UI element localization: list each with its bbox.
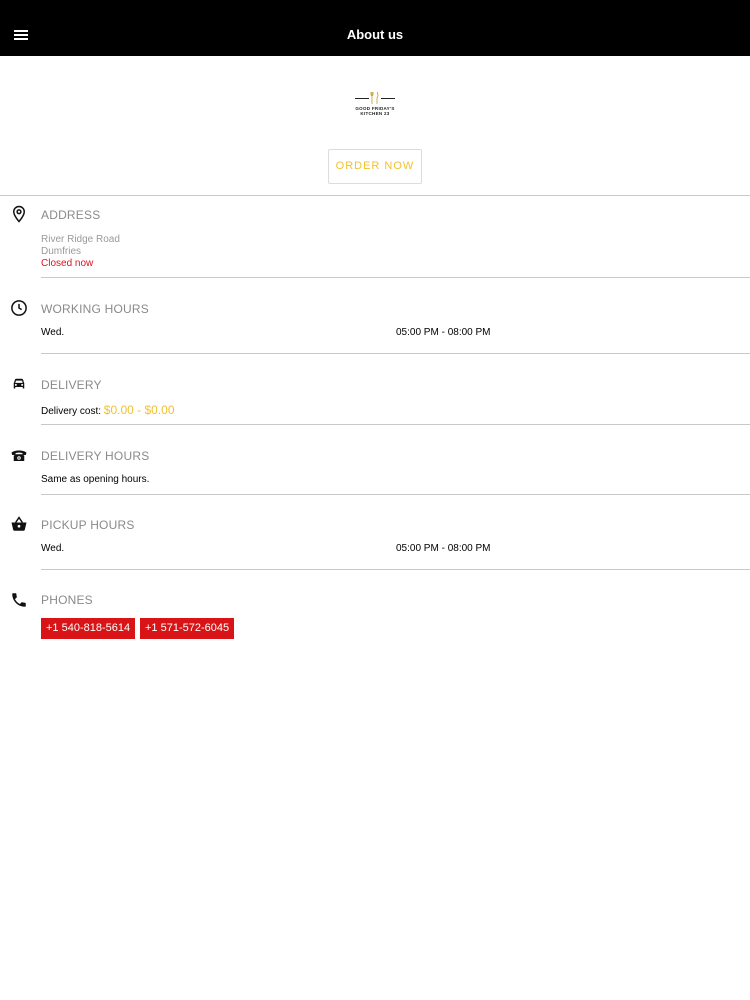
pickup-hours-title: PICKUP HOURS — [41, 518, 135, 532]
working-hours-title: WORKING HOURS — [41, 302, 149, 316]
divider — [41, 353, 750, 354]
telephone-icon — [11, 450, 27, 461]
delivery-cost-value: $0.00 - $0.00 — [103, 403, 175, 417]
delivery-cost: Delivery cost: $0.00 - $0.00 — [41, 403, 175, 417]
phone-number-button[interactable]: +1 571-572-6045 — [140, 618, 235, 639]
order-now-button[interactable]: ORDER NOW — [328, 149, 422, 184]
pickup-day: Wed. — [41, 543, 65, 554]
working-day: Wed. — [41, 327, 65, 338]
delivery-title: DELIVERY — [41, 378, 102, 392]
basket-icon — [11, 516, 27, 531]
phone-icon — [12, 593, 26, 607]
car-icon — [13, 378, 25, 389]
location-pin-icon — [12, 205, 26, 223]
open-status: Closed now — [41, 258, 94, 269]
delivery-cost-label: Delivery cost: — [41, 406, 102, 417]
delivery-hours-title: DELIVERY HOURS — [41, 449, 150, 463]
fork-knife-icon — [370, 92, 379, 104]
restaurant-logo: GOOD FRIDAY'S KITCHEN 23 — [350, 92, 400, 120]
address-title: ADDRESS — [41, 208, 101, 222]
delivery-hours-text: Same as opening hours. — [41, 474, 150, 485]
pickup-hours-range: 05:00 PM - 08:00 PM — [396, 543, 491, 554]
logo-text-line2: KITCHEN 23 — [360, 111, 390, 116]
working-hours-range: 05:00 PM - 08:00 PM — [396, 327, 491, 338]
divider — [41, 494, 750, 495]
phone-number-button[interactable]: +1 540-818-5614 — [41, 618, 136, 639]
divider — [41, 569, 750, 570]
address-street: River Ridge Road — [41, 234, 120, 245]
phones-title: PHONES — [41, 593, 93, 607]
divider — [41, 277, 750, 278]
page-title: About us — [346, 27, 404, 42]
divider — [41, 424, 750, 425]
top-bar: About us — [0, 0, 750, 56]
divider — [0, 195, 750, 196]
address-city: Dumfries — [41, 246, 82, 257]
clock-icon — [11, 300, 27, 316]
